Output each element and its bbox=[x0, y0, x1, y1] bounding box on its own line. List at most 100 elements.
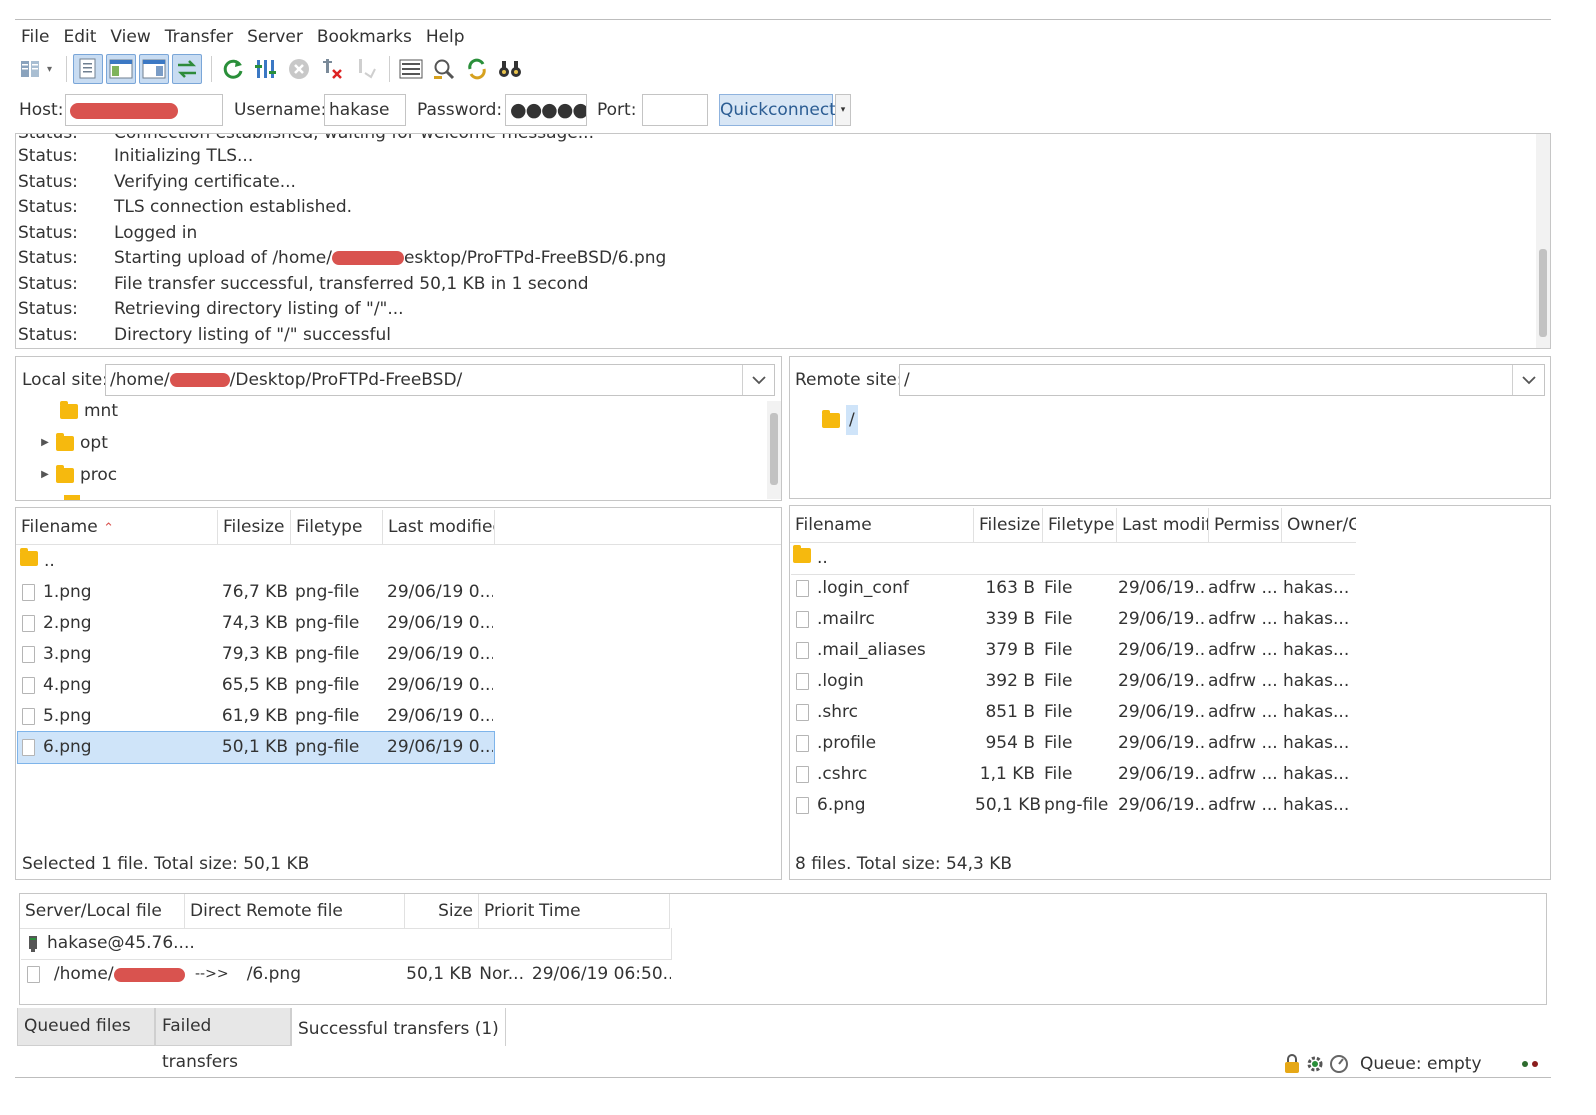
transfer-queue[interactable]: Server/Local file Directi Remote file Si… bbox=[19, 893, 1547, 1005]
file-name: 2.png bbox=[43, 613, 92, 633]
queue-remote-file: /6.png bbox=[246, 964, 301, 984]
redacted-username bbox=[169, 373, 230, 387]
tab-queued-files[interactable]: Queued files bbox=[17, 1008, 155, 1046]
message-log[interactable]: Status: Connection established, waiting f… bbox=[15, 133, 1551, 349]
file-size: 50,1 KB bbox=[221, 737, 288, 757]
table-row[interactable]: 5.png 61,9 KB png-file 29/06/19 0... bbox=[18, 701, 494, 732]
site-manager-button[interactable] bbox=[16, 54, 46, 84]
table-row[interactable]: 1.png 76,7 KB png-file 29/06/19 0... bbox=[18, 577, 494, 608]
column-filename[interactable]: Filename ⌃ bbox=[16, 510, 218, 544]
tab-successful-transfers[interactable]: Successful transfers (1) bbox=[291, 1008, 506, 1046]
local-tree-scrollbar[interactable] bbox=[767, 401, 781, 499]
column-server-local-file[interactable]: Server/Local file bbox=[20, 894, 185, 928]
file-icon bbox=[22, 584, 35, 601]
column-last-modified[interactable]: Last modified bbox=[383, 510, 495, 544]
file-name: .login_conf bbox=[817, 578, 909, 598]
directory-filter-button[interactable] bbox=[396, 54, 426, 84]
quickconnect-history-dropdown[interactable]: ▾ bbox=[835, 94, 851, 126]
table-row[interactable]: .cshrc 1,1 KB File 29/06/19... adfrw ... haka… bbox=[791, 759, 1355, 790]
toggle-message-log-button[interactable] bbox=[73, 54, 104, 84]
disconnect-button[interactable] bbox=[317, 54, 347, 84]
table-row[interactable]: 2.png 74,3 KB png-file 29/06/19 0... bbox=[18, 608, 494, 639]
column-filetype[interactable]: Filetype bbox=[291, 510, 383, 544]
search-remote-files-button[interactable] bbox=[495, 54, 525, 84]
list-item-parent[interactable]: .. bbox=[18, 546, 494, 577]
column-permissions[interactable]: Permissi bbox=[1209, 508, 1282, 542]
file-owner: hakas... bbox=[1283, 795, 1350, 815]
site-manager-dropdown-icon[interactable]: ▾ bbox=[47, 64, 52, 75]
table-row[interactable]: .login 392 B File 29/06/19... adfrw ... hakas… bbox=[791, 666, 1355, 697]
table-row[interactable]: 3.png 79,3 KB png-file 29/06/19 0... bbox=[18, 639, 494, 670]
table-row[interactable]: .shrc 851 B File 29/06/19... adfrw ... hakas.… bbox=[791, 697, 1355, 728]
username-input[interactable]: hakase bbox=[324, 94, 406, 126]
toggle-comparison-button[interactable] bbox=[429, 54, 459, 84]
column-last-modified[interactable]: Last modifi bbox=[1117, 508, 1209, 542]
tree-item-label: opt bbox=[80, 433, 108, 453]
column-filesize[interactable]: Filesize bbox=[974, 508, 1043, 542]
queue-item-row[interactable]: /home/ -->> /6.png 50,1 KB Nor... 29/06/… bbox=[21, 959, 671, 990]
column-owner-group[interactable]: Owner/G bbox=[1282, 508, 1356, 542]
refresh-button[interactable] bbox=[218, 54, 248, 84]
toggle-local-tree-button[interactable] bbox=[106, 54, 137, 84]
password-input[interactable]: ●●●●● bbox=[505, 94, 587, 126]
remote-file-list[interactable]: Filename Filesize Filetype Last modifi P… bbox=[789, 505, 1551, 880]
table-row[interactable]: .mailrc 339 B File 29/06/19... adfrw ... haka… bbox=[791, 604, 1355, 635]
filter-icon bbox=[399, 59, 423, 79]
list-item-parent[interactable]: .. bbox=[791, 543, 1355, 575]
toggle-remote-tree-button[interactable] bbox=[139, 54, 170, 84]
remote-path-dropdown[interactable] bbox=[1512, 365, 1545, 395]
table-row[interactable]: 6.png 50,1 KB png-file 29/06/19... adfrw ...… bbox=[791, 790, 1355, 821]
tree-item-opt[interactable]: ▶ opt bbox=[34, 428, 108, 458]
table-row[interactable]: .login_conf 163 B File 29/06/19... adfrw ...… bbox=[791, 573, 1355, 604]
column-time[interactable]: Time bbox=[534, 894, 670, 928]
table-row[interactable]: .profile 954 B File 29/06/19... adfrw ... hak… bbox=[791, 728, 1355, 759]
process-queue-button[interactable] bbox=[251, 54, 281, 84]
menu-transfer[interactable]: Transfer bbox=[158, 24, 240, 50]
menu-file[interactable]: File bbox=[14, 24, 56, 50]
file-icon bbox=[22, 708, 35, 725]
quickconnect-button[interactable]: Quickconnect bbox=[719, 94, 836, 126]
reconnect-button[interactable] bbox=[350, 54, 380, 84]
port-input[interactable] bbox=[642, 94, 708, 126]
remote-site-path[interactable]: / bbox=[899, 364, 1545, 396]
column-remote-file[interactable]: Remote file bbox=[241, 894, 405, 928]
tab-failed-transfers[interactable]: Failed transfers bbox=[155, 1008, 291, 1072]
synchronized-browsing-button[interactable] bbox=[462, 54, 492, 84]
lock-icon[interactable] bbox=[1282, 1053, 1302, 1075]
menu-edit[interactable]: Edit bbox=[56, 24, 103, 50]
local-tree-scrollbar-thumb[interactable] bbox=[770, 413, 778, 485]
column-priority[interactable]: Priorit bbox=[479, 894, 534, 928]
table-row[interactable]: .mail_aliases 379 B File 29/06/19... adfrw .… bbox=[791, 635, 1355, 666]
column-filetype[interactable]: Filetype bbox=[1043, 508, 1117, 542]
column-direction[interactable]: Directi bbox=[185, 894, 241, 928]
log-row: Status: Logged in bbox=[18, 223, 198, 243]
log-scrollbar-thumb[interactable] bbox=[1539, 249, 1547, 337]
table-row[interactable]: 4.png 65,5 KB png-file 29/06/19 0... bbox=[18, 670, 494, 701]
column-filesize[interactable]: Filesize bbox=[218, 510, 291, 544]
menu-help[interactable]: Help bbox=[419, 24, 472, 50]
column-filename[interactable]: Filename bbox=[790, 508, 974, 542]
column-size[interactable]: Size bbox=[405, 894, 479, 928]
menu-server[interactable]: Server bbox=[240, 24, 310, 50]
file-name: .. bbox=[817, 548, 828, 568]
tree-item-mnt[interactable]: mnt bbox=[38, 396, 118, 426]
table-row[interactable]: 6.png 50,1 KB png-file 29/06/19 0... bbox=[17, 731, 495, 764]
remote-tree-root[interactable]: / bbox=[822, 405, 858, 435]
toggle-transfer-queue-button[interactable] bbox=[172, 54, 203, 84]
speed-limit-icon[interactable] bbox=[1328, 1053, 1350, 1075]
gear-icon[interactable] bbox=[1304, 1053, 1326, 1075]
log-scrollbar[interactable] bbox=[1536, 134, 1550, 348]
local-path-dropdown[interactable] bbox=[742, 365, 775, 395]
tree-item-proc[interactable]: ▶ proc bbox=[34, 460, 117, 490]
expand-arrow-icon[interactable]: ▶ bbox=[34, 428, 56, 458]
tree-item-label: proc bbox=[80, 465, 118, 485]
cancel-operation-button[interactable] bbox=[284, 54, 314, 84]
host-input[interactable] bbox=[65, 94, 223, 126]
local-file-list[interactable]: Filename ⌃ Filesize Filetype Last modifi… bbox=[15, 507, 782, 880]
file-permissions: adfrw ... bbox=[1208, 702, 1278, 722]
menu-view[interactable]: View bbox=[103, 24, 157, 50]
expand-arrow-icon[interactable]: ▶ bbox=[34, 460, 56, 490]
menu-bookmarks[interactable]: Bookmarks bbox=[310, 24, 419, 50]
local-site-path[interactable]: /home/ /Desktop/ProFTPd-FreeBSD/ bbox=[105, 364, 775, 396]
queue-server-row[interactable]: hakase@45.76.... bbox=[21, 928, 672, 960]
